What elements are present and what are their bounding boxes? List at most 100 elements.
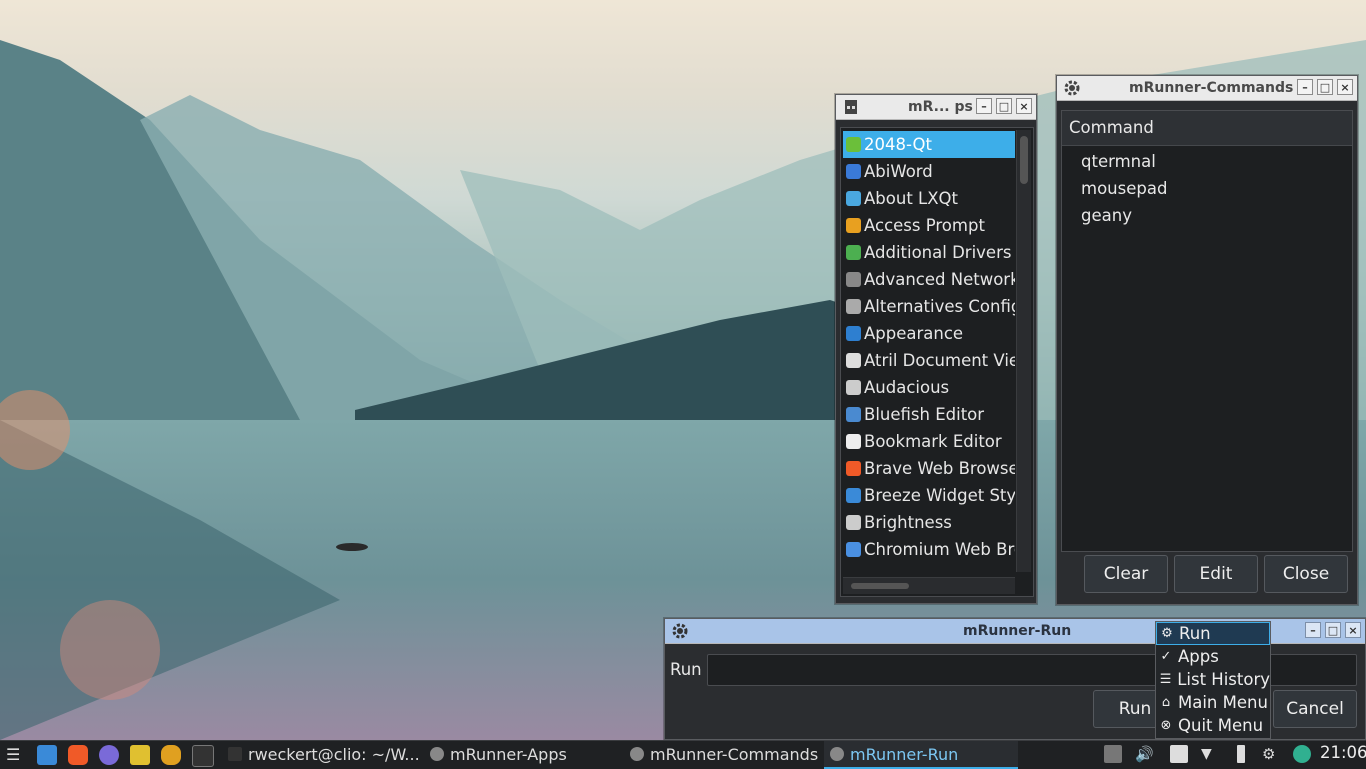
home-icon: ⌂ bbox=[1161, 695, 1171, 710]
minimize-button[interactable]: – bbox=[1305, 622, 1321, 638]
apps-list[interactable]: 2048-Qt AbiWord About LXQt Access Prompt Add… bbox=[840, 127, 1034, 597]
clock[interactable]: 21:06 bbox=[1320, 743, 1366, 762]
scrollbar-thumb[interactable] bbox=[1020, 136, 1028, 184]
app-list-item[interactable]: Bluefish Editor bbox=[843, 401, 1015, 428]
app-item-label: AbiWord bbox=[864, 162, 933, 181]
app-icon bbox=[846, 245, 861, 260]
taskbar-task[interactable]: mRunner-Run bbox=[824, 741, 1018, 769]
taskbar-task[interactable]: mRunner-Apps bbox=[424, 741, 620, 767]
close-button[interactable]: Close bbox=[1264, 555, 1348, 593]
app-list-item[interactable]: 2048-Qt bbox=[843, 131, 1015, 158]
taskbar-task-label: mRunner-Commands bbox=[650, 744, 819, 764]
edit-button[interactable]: Edit bbox=[1174, 555, 1258, 593]
close-button[interactable]: × bbox=[1345, 622, 1361, 638]
gear-icon bbox=[830, 747, 844, 761]
hscroll-thumb[interactable] bbox=[851, 583, 909, 589]
taskbar-task[interactable]: rweckert@clio: ~/W... bbox=[222, 741, 418, 767]
app-item-label: Advanced Network bbox=[864, 270, 1015, 289]
cancel-button[interactable]: Cancel bbox=[1273, 690, 1357, 728]
command-list-item[interactable]: qtermnal bbox=[1081, 148, 1352, 175]
list-icon: ☰ bbox=[1159, 672, 1172, 687]
file-manager-icon[interactable] bbox=[37, 745, 57, 765]
maximize-button[interactable]: □ bbox=[996, 98, 1012, 114]
minimize-button[interactable]: – bbox=[976, 98, 992, 114]
terminal-icon[interactable] bbox=[192, 745, 214, 767]
gear-icon bbox=[1064, 80, 1080, 96]
apps-window-titlebar[interactable]: mR... ps – □ × bbox=[836, 95, 1036, 120]
menu-item-label: Apps bbox=[1178, 647, 1219, 666]
menu-item-label: Quit Menu bbox=[1178, 716, 1264, 735]
close-button[interactable]: × bbox=[1337, 79, 1353, 95]
minimize-button[interactable]: – bbox=[1297, 79, 1313, 95]
wifi-icon[interactable]: ▼ bbox=[1201, 745, 1219, 763]
commands-window: mRunner-Commands – □ × Command qtermnal m… bbox=[1056, 75, 1358, 605]
app-icon bbox=[846, 326, 861, 341]
app-list-item[interactable]: Brave Web Browse bbox=[843, 455, 1015, 482]
app-icon bbox=[846, 137, 861, 152]
command-list-item[interactable]: geany bbox=[1081, 202, 1352, 229]
app-list-item[interactable]: Atril Document Vie bbox=[843, 347, 1015, 374]
browser-icon[interactable] bbox=[99, 745, 119, 765]
maximize-button[interactable]: □ bbox=[1317, 79, 1333, 95]
app-list-item[interactable]: Chromium Web Bro bbox=[843, 536, 1015, 563]
app-list-item[interactable]: AbiWord bbox=[843, 158, 1015, 185]
menu-item-label: List History bbox=[1177, 670, 1270, 689]
app-list-item[interactable]: Brightness bbox=[843, 509, 1015, 536]
app-list-item[interactable]: Breeze Widget Styl bbox=[843, 482, 1015, 509]
app-item-label: Additional Drivers bbox=[864, 243, 1012, 262]
app-item-label: Bluefish Editor bbox=[864, 405, 985, 424]
commands-list[interactable]: Command qtermnal mousepad geany bbox=[1061, 110, 1353, 552]
menu-item-list-history[interactable]: ☰ List History bbox=[1156, 668, 1270, 691]
menu-item-run[interactable]: ⚙ Run bbox=[1156, 622, 1270, 645]
app-icon bbox=[846, 434, 861, 449]
app-list-item[interactable]: Bookmark Editor bbox=[843, 428, 1015, 455]
clipboard-icon[interactable] bbox=[1170, 745, 1188, 763]
horizontal-scrollbar[interactable] bbox=[843, 577, 1015, 594]
close-button[interactable]: × bbox=[1016, 98, 1032, 114]
app-item-label: Atril Document Vie bbox=[864, 351, 1015, 370]
app-list-item[interactable]: Alternatives Config bbox=[843, 293, 1015, 320]
app-icon bbox=[846, 380, 861, 395]
app-item-label: About LXQt bbox=[864, 189, 958, 208]
brave-browser-icon[interactable] bbox=[68, 745, 88, 765]
teapot-icon[interactable] bbox=[161, 745, 181, 765]
taskbar-task-label: mRunner-Apps bbox=[450, 744, 567, 764]
app-list-item[interactable]: Advanced Network bbox=[843, 266, 1015, 293]
app-list-item[interactable]: About LXQt bbox=[843, 185, 1015, 212]
commands-window-titlebar[interactable]: mRunner-Commands – □ × bbox=[1057, 76, 1357, 101]
app-icon bbox=[846, 461, 861, 476]
app-list-item[interactable]: Access Prompt bbox=[843, 212, 1015, 239]
taskbar-task-label: mRunner-Run bbox=[850, 744, 959, 764]
gear-icon bbox=[630, 747, 644, 761]
app-list-item[interactable]: Additional Drivers bbox=[843, 239, 1015, 266]
clear-button[interactable]: Clear bbox=[1084, 555, 1168, 593]
menu-item-main-menu[interactable]: ⌂ Main Menu bbox=[1156, 691, 1270, 714]
app-item-label: 2048-Qt bbox=[864, 135, 933, 154]
battery-icon[interactable] bbox=[1237, 745, 1245, 763]
app-item-label: Audacious bbox=[864, 378, 950, 397]
apps-window-title: mR... ps bbox=[908, 99, 973, 115]
command-list-item[interactable]: mousepad bbox=[1081, 175, 1352, 202]
app-icon bbox=[846, 272, 861, 287]
apps-window: mR... ps – □ × 2048-Qt AbiWord About LXQt A… bbox=[835, 94, 1037, 604]
app-icon bbox=[845, 100, 857, 114]
updates-icon[interactable] bbox=[1293, 745, 1311, 763]
menu-item-apps[interactable]: ✓ Apps bbox=[1156, 645, 1270, 668]
taskbar-task[interactable]: mRunner-Commands bbox=[624, 741, 820, 767]
maximize-button[interactable]: □ bbox=[1325, 622, 1341, 638]
main-menu-icon[interactable]: ☰ bbox=[6, 746, 24, 764]
column-header-command[interactable]: Command bbox=[1062, 111, 1352, 146]
text-editor-icon[interactable] bbox=[130, 745, 150, 765]
app-item-label: Alternatives Config bbox=[864, 297, 1015, 316]
app-list-item[interactable]: Appearance bbox=[843, 320, 1015, 347]
close-circle-icon: ⊗ bbox=[1160, 718, 1172, 733]
app-icon bbox=[846, 488, 861, 503]
app-item-label: Brightness bbox=[864, 513, 952, 532]
volume-icon[interactable]: 🔊 bbox=[1135, 745, 1154, 763]
menu-item-quit-menu[interactable]: ⊗ Quit Menu bbox=[1156, 714, 1270, 737]
eject-icon[interactable] bbox=[1104, 745, 1122, 763]
vertical-scrollbar[interactable] bbox=[1016, 130, 1031, 572]
menu-item-label: Main Menu bbox=[1178, 693, 1268, 712]
app-list-item[interactable]: Audacious bbox=[843, 374, 1015, 401]
settings-icon[interactable]: ⚙ bbox=[1262, 745, 1280, 763]
